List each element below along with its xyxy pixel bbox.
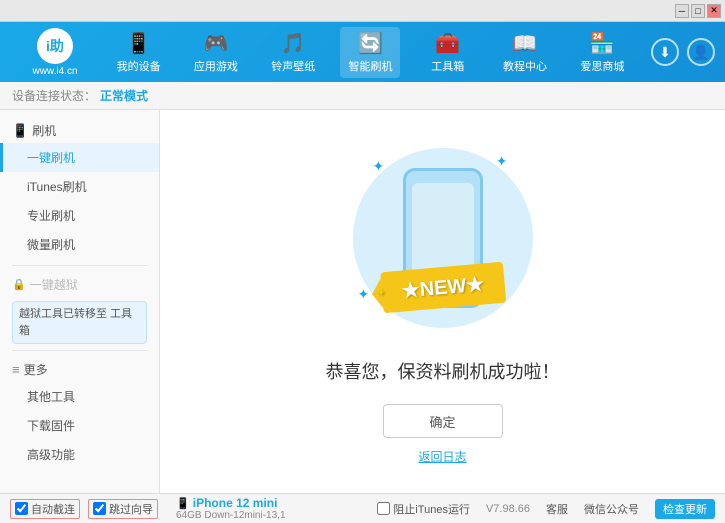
sidebar-notice: 越狱工具已转移至 工具箱 — [12, 301, 147, 344]
sparkle-icon-1: ✦ — [373, 158, 385, 175]
tutorial-label: 教程中心 — [503, 58, 547, 74]
ringtone-label: 铃声壁纸 — [271, 58, 315, 74]
bottom-bar: 自动截连 跳过向导 📱 iPhone 12 mini 64GB Down-12m… — [0, 493, 725, 523]
sidebar: 📱 刷机 一键刷机 iTunes刷机 专业刷机 微量刷机 🔒 一键越狱 越狱工具… — [0, 110, 160, 493]
nav-item-tutorial[interactable]: 📖 教程中心 — [495, 27, 555, 78]
stop-itunes-label: 阻止iTunes运行 — [393, 501, 470, 517]
bottom-right: 阻止iTunes运行 V7.98.66 客服 微信公众号 检查更新 — [377, 499, 715, 519]
smart-flash-icon: 🔄 — [358, 31, 383, 56]
ringtone-icon: 🎵 — [281, 31, 306, 56]
version-text: V7.98.66 — [486, 503, 530, 515]
toolbox-label: 工具箱 — [431, 58, 464, 74]
stop-itunes: 阻止iTunes运行 — [377, 501, 470, 517]
minimize-button[interactable]: ─ — [675, 4, 689, 18]
apps-games-icon: 🎮 — [203, 31, 228, 56]
itunes-flash-label: iTunes刷机 — [27, 180, 87, 194]
flash-section-icon: 📱 — [12, 123, 28, 139]
nav-item-store[interactable]: 🏪 爱思商城 — [572, 27, 632, 78]
sidebar-section-more[interactable]: ≡ 更多 — [0, 357, 159, 382]
update-button[interactable]: 检查更新 — [655, 499, 715, 519]
window-controls: ─ □ ✕ — [675, 4, 721, 18]
toolbox-icon: 🧰 — [435, 31, 460, 56]
apps-games-label: 应用游戏 — [194, 58, 238, 74]
close-button[interactable]: ✕ — [707, 4, 721, 18]
stop-itunes-checkbox[interactable] — [377, 502, 390, 515]
sidebar-item-other-tools[interactable]: 其他工具 — [0, 382, 159, 411]
confirm-button[interactable]: 确定 — [383, 404, 503, 438]
sparkle-icon-3: ✦ — [358, 286, 370, 303]
success-illustration: ✦ ✦ ✦ ★NEW★ — [343, 138, 543, 338]
tutorial-icon: 📖 — [513, 31, 538, 56]
logo: i助 www.i4.cn — [10, 28, 100, 77]
skip-wizard-checkbox[interactable]: 跳过向导 — [88, 499, 158, 519]
center-content: ✦ ✦ ✦ ★NEW★ 恭喜您，保资料刷机成功啦！ 确定 返回日志 — [160, 110, 725, 493]
status-value: 正常模式 — [100, 87, 148, 104]
service-link[interactable]: 客服 — [546, 501, 568, 517]
micro-flash-label: 微量刷机 — [27, 238, 75, 252]
smart-flash-label: 智能刷机 — [348, 58, 392, 74]
auto-reconnect-input[interactable] — [15, 502, 28, 515]
advanced-label: 高级功能 — [27, 448, 75, 462]
status-label: 设备连接状态： — [12, 87, 96, 104]
more-section-label: 更多 — [24, 361, 48, 378]
other-tools-label: 其他工具 — [27, 390, 75, 404]
nav-right: ⬇ 👤 — [651, 38, 715, 66]
status-bar: 设备连接状态： 正常模式 — [0, 82, 725, 110]
store-icon: 🏪 — [590, 31, 615, 56]
sidebar-divider-2 — [12, 350, 147, 351]
logo-url: www.i4.cn — [32, 66, 77, 77]
nav-item-apps-games[interactable]: 🎮 应用游戏 — [186, 27, 246, 78]
lock-icon: 🔒 — [12, 278, 26, 291]
flash-section-label: 刷机 — [32, 122, 56, 139]
user-button[interactable]: 👤 — [687, 38, 715, 66]
device-details: 64GB Down-12mini-13,1 — [176, 510, 286, 521]
auto-reconnect-label: 自动截连 — [31, 501, 75, 517]
jailbreak-label: 一键越狱 — [30, 276, 78, 293]
download-fw-label: 下载固件 — [27, 419, 75, 433]
sidebar-item-one-click-flash[interactable]: 一键刷机 — [0, 143, 159, 172]
my-device-icon: 📱 — [126, 31, 151, 56]
success-text: 恭喜您，保资料刷机成功啦！ — [326, 358, 560, 384]
main-content: 📱 刷机 一键刷机 iTunes刷机 专业刷机 微量刷机 🔒 一键越狱 越狱工具… — [0, 110, 725, 493]
sparkle-icon-2: ✦ — [496, 153, 508, 170]
auto-reconnect-checkbox[interactable]: 自动截连 — [10, 499, 80, 519]
wechat-link[interactable]: 微信公众号 — [584, 501, 639, 517]
my-device-label: 我的设备 — [117, 58, 161, 74]
title-bar: ─ □ ✕ — [0, 0, 725, 22]
sidebar-item-pro-flash[interactable]: 专业刷机 — [0, 201, 159, 230]
confirm-label: 确定 — [429, 412, 455, 431]
sidebar-item-micro-flash[interactable]: 微量刷机 — [0, 230, 159, 259]
nav-bar: i助 www.i4.cn 📱 我的设备 🎮 应用游戏 🎵 铃声壁纸 🔄 智能刷机… — [0, 22, 725, 82]
pro-flash-label: 专业刷机 — [27, 209, 75, 223]
nav-item-toolbox[interactable]: 🧰 工具箱 — [418, 27, 478, 78]
back-link[interactable]: 返回日志 — [418, 448, 466, 465]
download-button[interactable]: ⬇ — [651, 38, 679, 66]
nav-item-ringtone[interactable]: 🎵 铃声壁纸 — [263, 27, 323, 78]
sidebar-item-itunes-flash[interactable]: iTunes刷机 — [0, 172, 159, 201]
notice-text: 越狱工具已转移至 工具箱 — [19, 308, 132, 337]
sidebar-item-download-fw[interactable]: 下载固件 — [0, 411, 159, 440]
sidebar-item-advanced[interactable]: 高级功能 — [0, 440, 159, 469]
device-storage: 64GB — [176, 510, 202, 521]
device-name: iPhone 12 mini — [193, 496, 278, 510]
bottom-left: 自动截连 跳过向导 📱 iPhone 12 mini 64GB Down-12m… — [10, 496, 377, 521]
skip-wizard-input[interactable] — [93, 502, 106, 515]
one-click-flash-label: 一键刷机 — [27, 151, 75, 165]
store-label: 爱思商城 — [580, 58, 624, 74]
maximize-button[interactable]: □ — [691, 4, 705, 18]
nav-items: 📱 我的设备 🎮 应用游戏 🎵 铃声壁纸 🔄 智能刷机 🧰 工具箱 📖 教程中心… — [100, 27, 641, 78]
sidebar-divider-1 — [12, 265, 147, 266]
device-info: 📱 iPhone 12 mini 64GB Down-12mini-13,1 — [176, 496, 286, 521]
phone-icon-bottom: 📱 — [176, 498, 190, 510]
more-section-icon: ≡ — [12, 362, 20, 377]
sidebar-item-jailbreak-disabled: 🔒 一键越狱 — [0, 272, 159, 297]
skip-wizard-label: 跳过向导 — [109, 501, 153, 517]
nav-item-smart-flash[interactable]: 🔄 智能刷机 — [340, 27, 400, 78]
nav-item-my-device[interactable]: 📱 我的设备 — [109, 27, 169, 78]
sidebar-section-flash[interactable]: 📱 刷机 — [0, 118, 159, 143]
logo-icon: i助 — [37, 28, 73, 64]
